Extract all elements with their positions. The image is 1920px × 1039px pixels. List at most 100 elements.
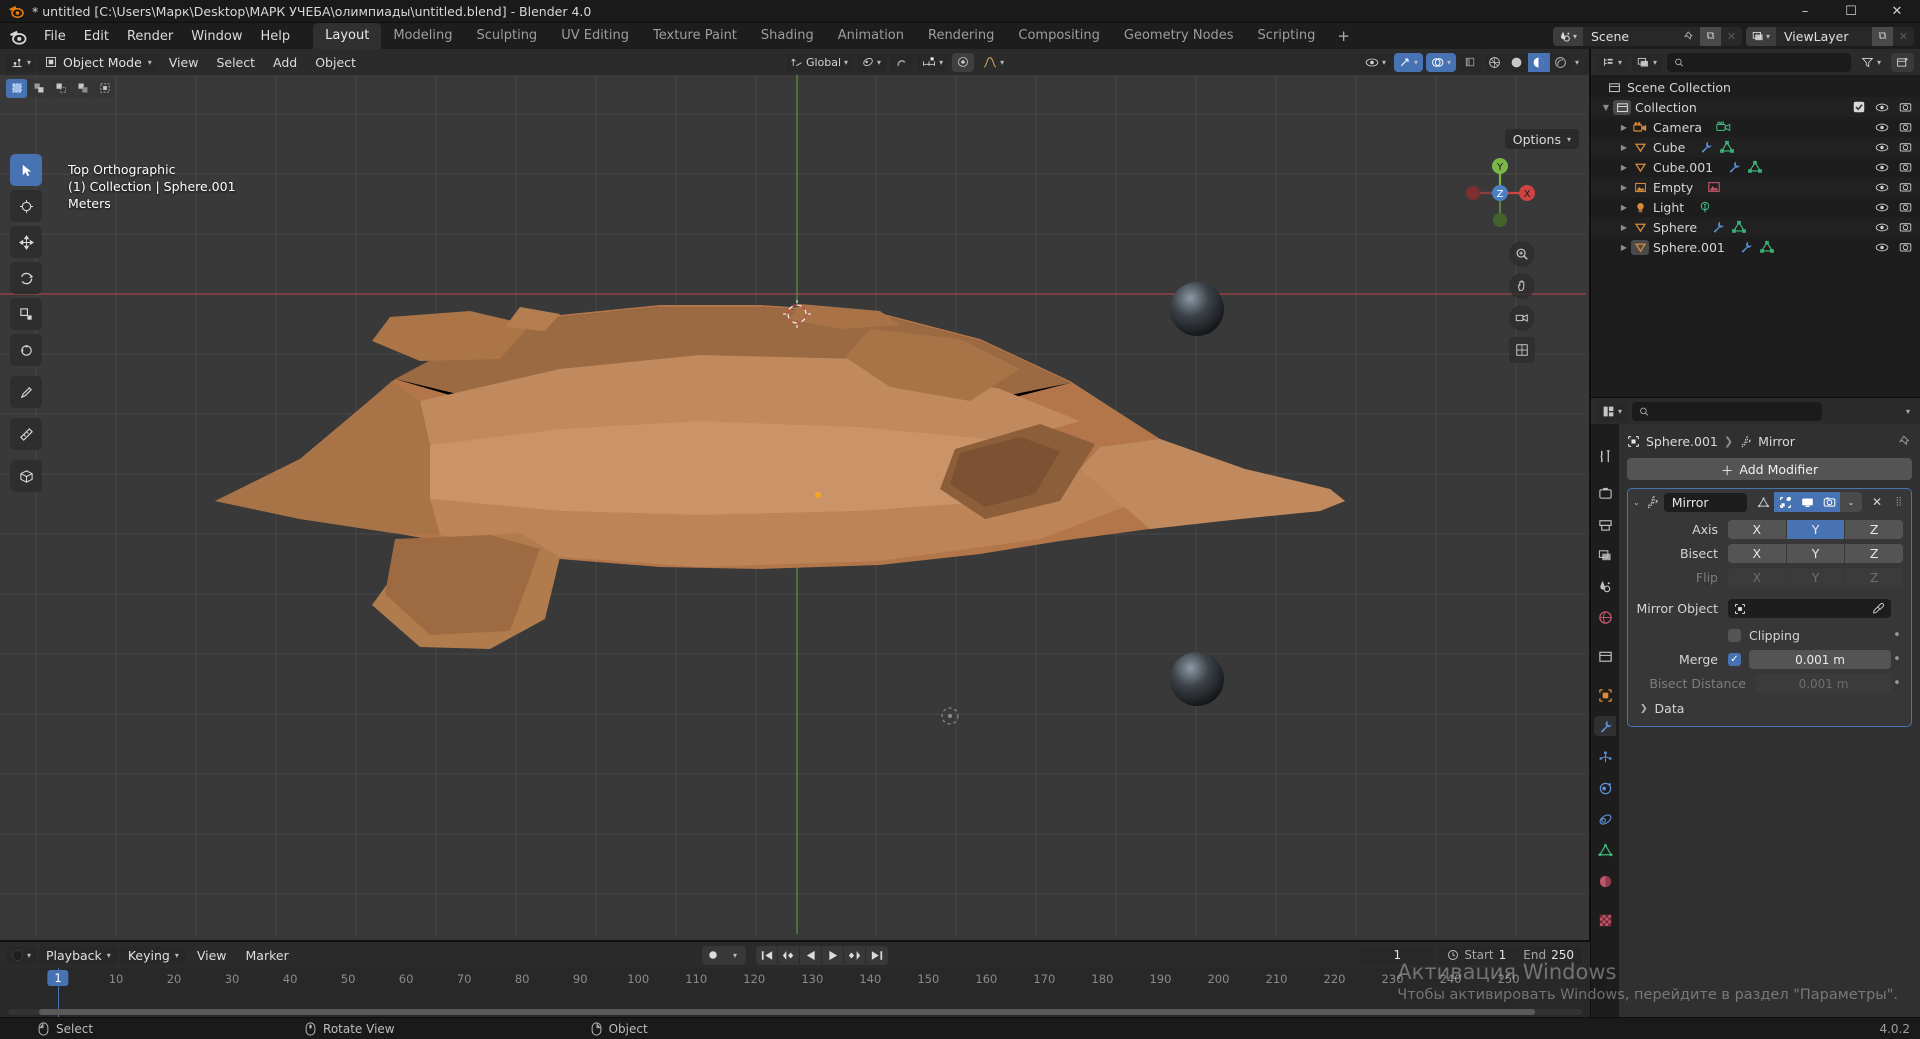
proportional-editing-icon[interactable] xyxy=(952,52,975,72)
tab-object[interactable] xyxy=(1594,685,1616,705)
scene-name[interactable]: Scene xyxy=(1583,26,1679,46)
axis-x-toggle[interactable]: X xyxy=(1728,520,1786,539)
tab-scripting[interactable]: Scripting xyxy=(1246,23,1328,49)
playback-menu[interactable]: Playback ▾ xyxy=(39,945,118,965)
modifier-icon[interactable] xyxy=(1699,140,1713,154)
tab-output[interactable] xyxy=(1594,514,1616,534)
outliner-display-mode-icon[interactable]: ▾ xyxy=(1632,52,1663,72)
camera-data-icon[interactable] xyxy=(1716,120,1731,134)
remove-viewlayer-button[interactable]: ✕ xyxy=(1893,27,1914,46)
shading-wireframe-icon[interactable] xyxy=(1484,53,1506,72)
expander[interactable]: ▶ xyxy=(1617,143,1631,152)
camera-view-icon[interactable] xyxy=(1509,305,1535,331)
tab-rendering[interactable]: Rendering xyxy=(916,23,1006,49)
start-frame-value[interactable]: 1 xyxy=(1499,948,1507,962)
clipping-checkbox[interactable] xyxy=(1728,629,1741,642)
overlays-toggle-icon[interactable]: ▾ xyxy=(1425,52,1456,72)
timeline-ruler[interactable]: 10 20 30 40 50 60 70 80 90 100 110 120 130 140 150 160 1… xyxy=(0,968,1590,1017)
viewport-menu-object[interactable]: Object xyxy=(307,53,364,72)
outliner-row-sphere-001[interactable]: ▶ Sphere.001 xyxy=(1591,237,1920,257)
camera-render-icon[interactable] xyxy=(1899,141,1912,153)
select-subtract-icon[interactable] xyxy=(50,78,71,98)
outliner-row-cube-001[interactable]: ▶ Cube.001 xyxy=(1591,157,1920,177)
eye-icon[interactable] xyxy=(1875,122,1889,133)
zoom-icon[interactable] xyxy=(1509,241,1535,267)
camera-render-icon[interactable] xyxy=(1899,161,1912,173)
tab-tool[interactable] xyxy=(1594,446,1616,466)
tab-layout[interactable]: Layout xyxy=(313,23,382,49)
toggle-orthographic-icon[interactable] xyxy=(1509,337,1535,363)
expander[interactable]: ▶ xyxy=(1617,243,1631,252)
select-intersect-icon[interactable] xyxy=(94,78,115,98)
mesh-data-icon[interactable] xyxy=(1732,220,1746,234)
tab-collection[interactable] xyxy=(1594,646,1616,666)
modifier-icon[interactable] xyxy=(1711,220,1725,234)
cursor-tool-icon[interactable] xyxy=(10,190,42,222)
viewport-options-button[interactable]: Options ▾ xyxy=(1504,129,1579,149)
maximize-button[interactable]: ☐ xyxy=(1828,0,1874,23)
bisect-x-toggle[interactable]: X xyxy=(1728,544,1786,563)
pivot-point-selector[interactable]: ▾ xyxy=(857,52,887,72)
eye-icon[interactable] xyxy=(1875,242,1889,253)
keying-menu[interactable]: Keying ▾ xyxy=(120,945,186,965)
tab-scene[interactable] xyxy=(1594,576,1616,596)
add-modifier-button[interactable]: ＋ Add Modifier xyxy=(1627,458,1912,480)
tab-sculpting[interactable]: Sculpting xyxy=(464,23,549,49)
new-collection-icon[interactable] xyxy=(1891,52,1914,72)
snap-magnet-icon[interactable] xyxy=(890,52,914,72)
falloff-curve-icon[interactable]: ▾ xyxy=(978,53,1009,72)
collapse-chevron-icon[interactable]: ⌄ xyxy=(1633,498,1640,507)
measure-tool-icon[interactable] xyxy=(10,418,42,450)
shading-rendered-icon[interactable] xyxy=(1550,53,1572,72)
eye-icon[interactable] xyxy=(1875,142,1889,153)
select-box-icon[interactable] xyxy=(6,78,27,98)
tab-particles[interactable] xyxy=(1594,747,1616,767)
blender-menu-icon[interactable] xyxy=(8,27,27,46)
tab-object-data[interactable] xyxy=(1594,840,1616,860)
properties-header-chevron-icon[interactable]: ▾ xyxy=(1906,407,1914,416)
eye-icon[interactable] xyxy=(1875,202,1889,213)
mesh-data-icon[interactable] xyxy=(1720,140,1735,154)
timeline-scrollbar[interactable] xyxy=(8,1009,1582,1015)
transform-orientation-selector[interactable]: Global ▾ xyxy=(785,52,854,72)
merge-animate-dot[interactable]: • xyxy=(1891,652,1903,667)
expander[interactable]: ▶ xyxy=(1617,163,1631,172)
modifier-extras-menu-icon[interactable]: ⌄ xyxy=(1840,492,1862,512)
jump-to-start-button[interactable] xyxy=(756,945,778,965)
shading-solid-icon[interactable] xyxy=(1506,53,1528,72)
annotate-tool-icon[interactable] xyxy=(10,376,42,408)
outliner-search-input[interactable] xyxy=(1690,55,1844,69)
move-tool-icon[interactable] xyxy=(10,226,42,258)
properties-editor-type-icon[interactable]: ▾ xyxy=(1597,401,1628,421)
tab-modeling[interactable]: Modeling xyxy=(381,23,464,49)
viewport-menu-add[interactable]: Add xyxy=(265,53,305,72)
tweak-tool-icon[interactable] xyxy=(10,154,42,186)
play-button[interactable] xyxy=(822,945,844,965)
select-extend-icon[interactable] xyxy=(28,78,49,98)
viewlayer-name[interactable]: ViewLayer xyxy=(1776,26,1872,46)
visibility-selector-icon[interactable]: ▾ xyxy=(1359,52,1391,72)
show-on-cage-icon[interactable] xyxy=(1752,492,1774,512)
close-button[interactable]: ✕ xyxy=(1874,0,1920,23)
transform-tool-icon[interactable] xyxy=(10,334,42,366)
minimize-button[interactable]: – xyxy=(1782,0,1828,23)
scene-icon[interactable]: ▾ xyxy=(1553,26,1583,46)
tab-compositing[interactable]: Compositing xyxy=(1006,23,1112,49)
play-reverse-button[interactable] xyxy=(800,945,822,965)
axis-y-toggle[interactable]: Y xyxy=(1786,520,1845,539)
3d-viewport[interactable]: ▾ Object Mode ▾ View Select Add Object G… xyxy=(0,49,1590,941)
pan-hand-icon[interactable] xyxy=(1509,273,1535,299)
properties-search-input[interactable] xyxy=(1655,404,1816,418)
modifier-name-field[interactable]: Mirror xyxy=(1663,492,1747,512)
tab-uv-editing[interactable]: UV Editing xyxy=(549,23,641,49)
timeline-editor-type-icon[interactable]: ▾ xyxy=(6,945,37,965)
merge-checkbox[interactable]: ✓ xyxy=(1728,653,1741,666)
tab-material[interactable] xyxy=(1594,871,1616,891)
outliner-search-box[interactable] xyxy=(1667,52,1851,72)
record-icon[interactable] xyxy=(702,946,724,965)
merge-value-field[interactable]: 0.001 m xyxy=(1749,650,1891,669)
pin-icon[interactable] xyxy=(1899,434,1912,448)
eye-icon[interactable] xyxy=(1875,102,1889,113)
navigation-gizmo[interactable]: Y X Z xyxy=(1461,154,1539,232)
drag-handle-icon[interactable]: ⣿ xyxy=(1892,498,1906,507)
